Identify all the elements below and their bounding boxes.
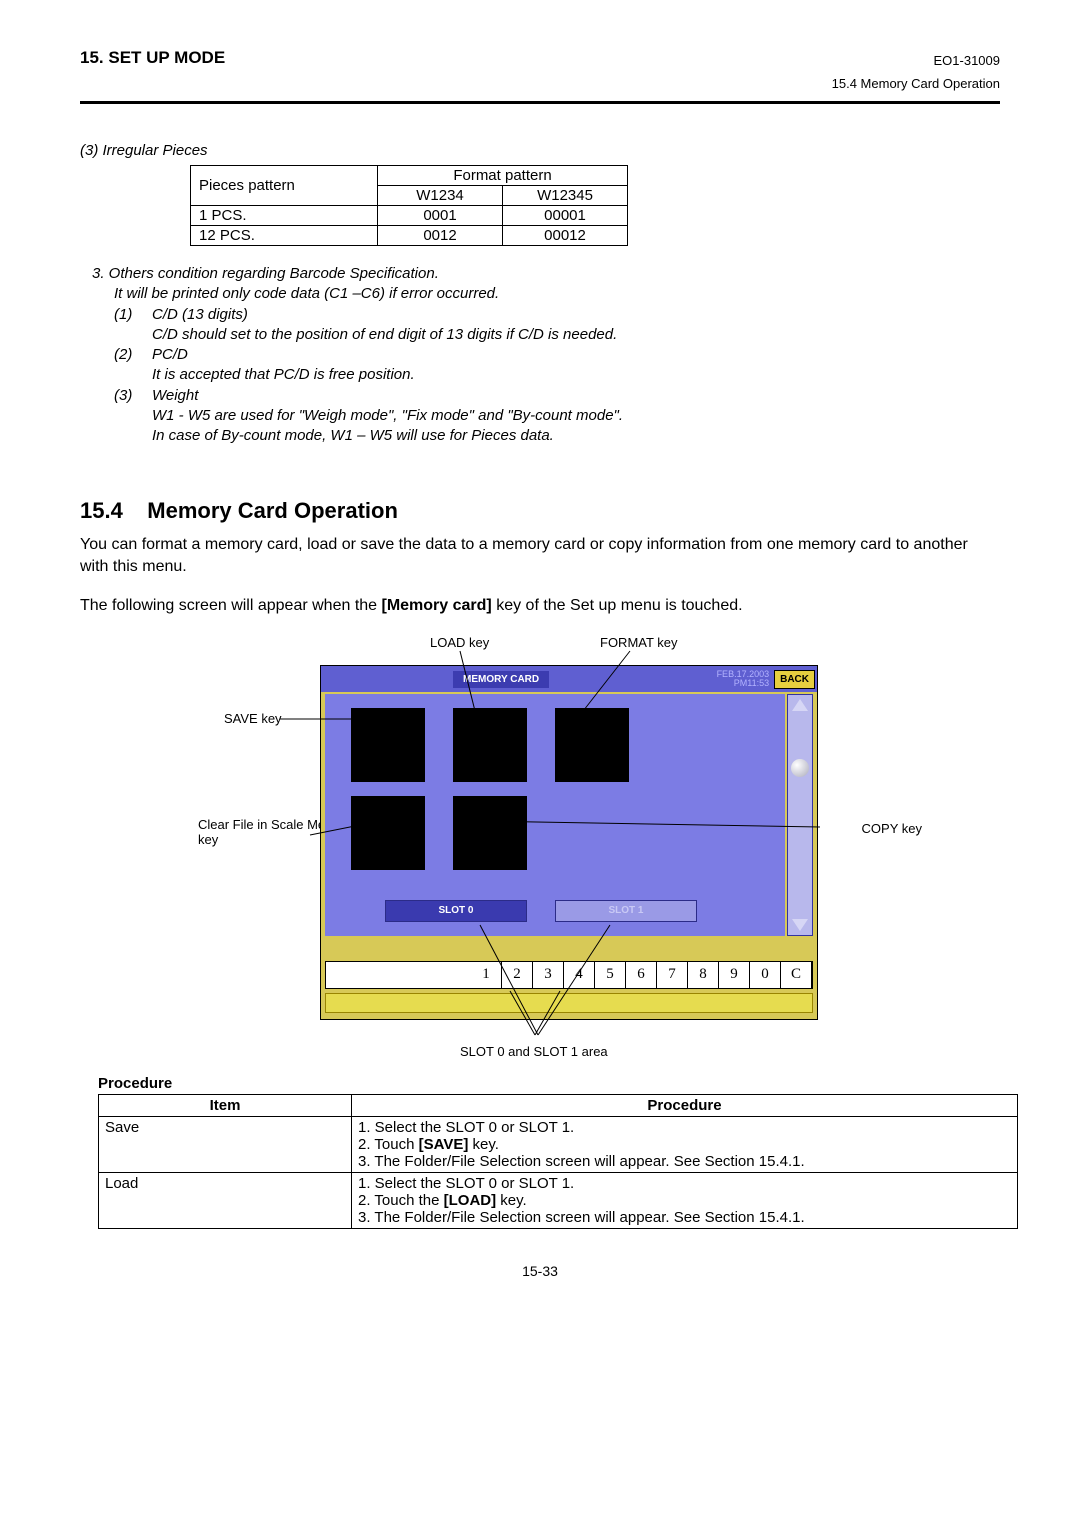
load-key[interactable]: [453, 708, 527, 782]
scrollbar[interactable]: [787, 694, 813, 936]
key-1[interactable]: 1: [471, 962, 502, 988]
note-sub: In case of By-count mode, W1 – W5 will u…: [152, 426, 1000, 446]
copy-key[interactable]: [453, 796, 527, 870]
note-num: (2): [114, 345, 152, 365]
procedure-table: Item Procedure Save 1. Select the SLOT 0…: [98, 1094, 1018, 1229]
header-doc-code: EO1-31009: [934, 53, 1001, 68]
table-cell: 0001: [378, 206, 503, 226]
screen-topbar: MEMORY CARD FEB.17.2003PM11:53 BACK: [321, 666, 817, 692]
table-cell: Load: [99, 1173, 352, 1229]
clear-file-key[interactable]: [351, 796, 425, 870]
th-format: Format pattern: [378, 166, 628, 186]
screen-title: MEMORY CARD: [453, 671, 549, 688]
note-num: (1): [114, 305, 152, 325]
key-7[interactable]: 7: [657, 962, 688, 988]
screen-main-area: SLOT 0 SLOT 1: [325, 694, 785, 936]
callout-format-key: FORMAT key: [600, 635, 678, 650]
notes-block: 3. Others condition regarding Barcode Sp…: [92, 264, 1000, 446]
callout-load-key: LOAD key: [430, 635, 489, 650]
note-title: Weight: [152, 387, 198, 404]
screen-figure: LOAD key FORMAT key SAVE key Clear File …: [180, 635, 900, 1055]
body-paragraph: The following screen will appear when th…: [80, 595, 1000, 617]
key-9[interactable]: 9: [719, 962, 750, 988]
status-bar: [325, 993, 813, 1013]
scroll-thumb[interactable]: [791, 759, 809, 777]
save-key[interactable]: [351, 708, 425, 782]
back-button[interactable]: BACK: [774, 670, 815, 689]
note-line: 3. Others condition regarding Barcode Sp…: [92, 264, 1000, 284]
callout-slot-area: SLOT 0 and SLOT 1 area: [460, 1044, 608, 1059]
th-procedure: Procedure: [352, 1095, 1018, 1117]
screen-datetime: FEB.17.2003PM11:53: [717, 670, 770, 688]
format-key[interactable]: [555, 708, 629, 782]
key-5[interactable]: 5: [595, 962, 626, 988]
irregular-table: Pieces pattern Format pattern W1234 W123…: [190, 165, 628, 246]
key-0[interactable]: 0: [750, 962, 781, 988]
memory-card-screen: MEMORY CARD FEB.17.2003PM11:53 BACK: [320, 665, 818, 1020]
slot-0-button[interactable]: SLOT 0: [385, 900, 527, 922]
callout-copy-key: COPY key: [862, 821, 922, 836]
note-title: PC/D: [152, 346, 188, 363]
th-w12345: W12345: [503, 186, 628, 206]
callout-save-key: SAVE key: [224, 711, 282, 726]
key-4[interactable]: 4: [564, 962, 595, 988]
header-chapter: 15. SET UP MODE: [80, 48, 225, 68]
body-paragraph: You can format a memory card, load or sa…: [80, 534, 1000, 577]
table-cell: 12 PCS.: [191, 226, 378, 246]
numeric-keypad: 1 2 3 4 5 6 7 8 9 0 C: [325, 961, 813, 989]
section-title: Memory Card Operation: [147, 498, 398, 523]
section-heading: 15.4 Memory Card Operation: [80, 498, 1000, 524]
table-cell: 00012: [503, 226, 628, 246]
th-w1234: W1234: [378, 186, 503, 206]
note-sub: C/D should set to the position of end di…: [152, 325, 1000, 345]
table-cell: 1. Select the SLOT 0 or SLOT 1. 2. Touch…: [352, 1173, 1018, 1229]
table-cell: 00001: [503, 206, 628, 226]
header-subtitle: 15.4 Memory Card Operation: [80, 76, 1000, 91]
section-number: 15.4: [80, 498, 123, 523]
key-6[interactable]: 6: [626, 962, 657, 988]
note-title: C/D (13 digits): [152, 306, 248, 323]
note-sub: W1 - W5 are used for "Weigh mode", "Fix …: [152, 406, 1000, 426]
key-8[interactable]: 8: [688, 962, 719, 988]
scroll-down-icon[interactable]: [792, 919, 808, 931]
slot-1-button[interactable]: SLOT 1: [555, 900, 697, 922]
table-cell: 1. Select the SLOT 0 or SLOT 1. 2. Touch…: [352, 1117, 1018, 1173]
table-cell: 0012: [378, 226, 503, 246]
th-item: Item: [99, 1095, 352, 1117]
keypad-spacer: [326, 962, 471, 988]
page-number: 15-33: [80, 1263, 1000, 1279]
table-cell: Save: [99, 1117, 352, 1173]
procedure-heading: Procedure: [98, 1075, 1000, 1092]
table-cell: 1 PCS.: [191, 206, 378, 226]
header-rule: [80, 101, 1000, 104]
note-num: (3): [114, 386, 152, 406]
irregular-heading: (3) Irregular Pieces: [80, 142, 1000, 159]
key-3[interactable]: 3: [533, 962, 564, 988]
key-c[interactable]: C: [781, 962, 812, 988]
note-line: It will be printed only code data (C1 –C…: [114, 284, 1000, 304]
scroll-up-icon[interactable]: [792, 699, 808, 711]
key-2[interactable]: 2: [502, 962, 533, 988]
th-pieces: Pieces pattern: [191, 166, 378, 206]
note-sub: It is accepted that PC/D is free positio…: [152, 365, 1000, 385]
